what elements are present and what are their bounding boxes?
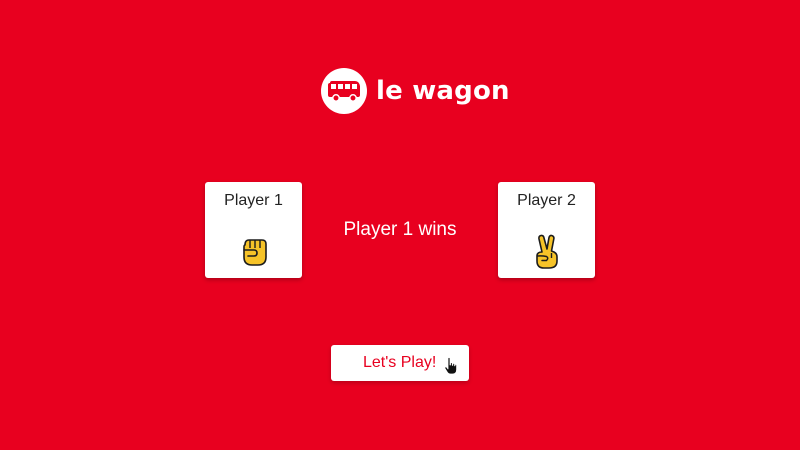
hand-pointer-icon xyxy=(444,357,458,380)
player-2-card: Player 2 xyxy=(498,182,595,278)
bus-icon xyxy=(321,68,367,114)
player-2-label: Player 2 xyxy=(517,192,576,209)
victory-hand-icon xyxy=(533,234,561,275)
lets-play-label: Let's Play! xyxy=(363,354,437,371)
result-text: Player 1 wins xyxy=(343,219,457,240)
player-1-card: Player 1 xyxy=(205,182,302,278)
brand-name: le wagon xyxy=(376,76,510,106)
brand-logo: le wagon xyxy=(321,68,510,114)
fist-icon xyxy=(239,234,269,273)
player-1-label: Player 1 xyxy=(224,192,283,209)
